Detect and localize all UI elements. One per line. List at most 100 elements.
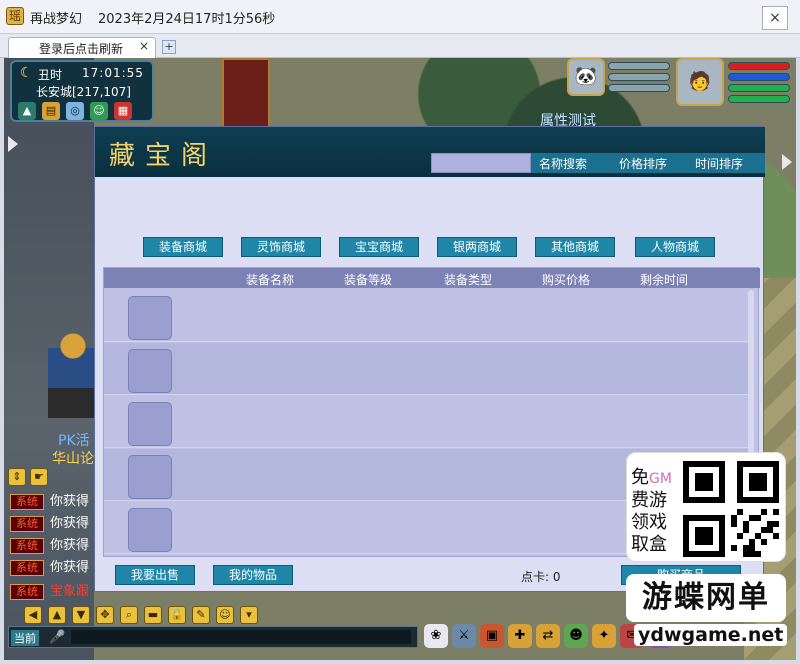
chat-channel-icon[interactable]: ☛ (30, 468, 48, 486)
pet-mall-button[interactable]: 宝宝商城 (339, 237, 419, 257)
tab-label: 登录后点击刷新 (39, 42, 124, 56)
left-arrow-icon[interactable] (8, 136, 18, 152)
pet-avatar[interactable]: 🐼 (567, 58, 605, 96)
my-items-button[interactable]: 我的物品 (213, 565, 293, 585)
col-remaining-time: 剩余时间 (640, 273, 689, 287)
chat-scroll-icon[interactable]: ⇕ (8, 468, 26, 486)
location-coordinates: 长安城[217,107] (36, 85, 131, 99)
tab-login-refresh[interactable]: 登录后点击刷新 × (8, 37, 156, 58)
chat-text: 你获得 (50, 494, 90, 509)
dropdown-icon[interactable]: ▾ (240, 606, 258, 624)
player-avatar[interactable]: 🧑 (676, 58, 724, 106)
chat-text: 你获得 (50, 560, 90, 575)
minimap-icons: ▲ ▤ ◎ ☺ ▦ (18, 102, 154, 120)
watermark-card: 免GM 费游 领戏 取盒 (626, 452, 786, 562)
team-icon[interactable]: ☻ (564, 624, 588, 648)
character-mall-button[interactable]: 人物商城 (635, 237, 715, 257)
item-thumbnail[interactable] (128, 349, 172, 393)
watermark-line: 取盒 (631, 534, 667, 555)
arrow-left-icon[interactable]: ◀ (24, 606, 42, 624)
name-search-input[interactable] (431, 153, 531, 173)
huashan-label[interactable]: 华山论 (52, 448, 94, 468)
clock-panel: ☾ 丑时 17:01:55 长安城[217,107] ▲ ▤ ◎ ☺ ▦ (10, 60, 154, 122)
move-icon[interactable]: ✥ (96, 606, 114, 624)
search-icon[interactable]: ◎ (66, 102, 84, 120)
player-mp-bar (728, 73, 790, 81)
tab-close-icon[interactable]: × (139, 39, 149, 53)
qr-module (731, 545, 737, 551)
shichen-label: 丑时 (38, 68, 63, 82)
item-thumbnail[interactable] (128, 508, 172, 552)
qr-module (737, 533, 743, 539)
calendar-icon[interactable]: ▦ (114, 102, 132, 120)
accessory-mall-button[interactable]: 灵饰商城 (241, 237, 321, 257)
give-icon[interactable]: ✚ (508, 624, 532, 648)
channel-current-label[interactable]: 当前 (11, 630, 39, 646)
dialog-header: 藏宝阁 名称搜索 价格排序 时间排序 (95, 127, 765, 177)
price-sort-button[interactable]: 价格排序 (619, 155, 667, 172)
skill-icon[interactable]: ✦ (592, 624, 616, 648)
pet-hp-bar (608, 62, 670, 70)
other-mall-button[interactable]: 其他商城 (535, 237, 615, 257)
map-icon[interactable]: ▲ (18, 102, 36, 120)
right-arrow-icon[interactable] (782, 154, 792, 170)
sort-bar: 名称搜索 价格排序 时间排序 (531, 153, 765, 173)
item-thumbnail[interactable] (128, 402, 172, 446)
chat-line: 系统 你获得 (10, 556, 90, 576)
system-badge: 系统 (10, 516, 44, 532)
equipment-mall-button[interactable]: 装备商城 (143, 237, 223, 257)
new-tab-button[interactable]: + (162, 40, 176, 54)
col-price: 购买价格 (542, 273, 591, 287)
qr-module (761, 509, 767, 515)
book-icon[interactable]: ▤ (42, 102, 60, 120)
system-clock: 2023年2月24日17时1分56秒 (98, 12, 276, 27)
item-thumbnail[interactable] (128, 296, 172, 340)
table-row[interactable] (104, 290, 752, 342)
emoji-icon[interactable]: ☺ (216, 606, 234, 624)
watermark-brand: 游蝶网单 (626, 574, 786, 622)
qr-module (731, 521, 737, 527)
brush-icon[interactable]: ✎ (192, 606, 210, 624)
qr-module (743, 527, 749, 533)
trade-icon[interactable]: ⇄ (536, 624, 560, 648)
game-viewport[interactable]: ☾ 丑时 17:01:55 长安城[217,107] ▲ ▤ ◎ ☺ ▦ 🐼 🧑… (4, 58, 796, 660)
col-equipment-name: 装备名称 (246, 273, 295, 287)
qr-code (683, 461, 779, 557)
table-row[interactable] (104, 396, 752, 448)
arrow-down-icon[interactable]: ▼ (72, 606, 90, 624)
system-badge: 系统 (10, 560, 44, 576)
friends-icon[interactable]: ☺ (90, 102, 108, 120)
sell-button[interactable]: 我要出售 (115, 565, 195, 585)
pet-icon[interactable]: ❀ (424, 624, 448, 648)
player-anger-bar (728, 84, 790, 92)
silver-mall-button[interactable]: 银两商城 (437, 237, 517, 257)
chat-input[interactable] (71, 630, 411, 644)
arrow-up-icon[interactable]: ▲ (48, 606, 66, 624)
pet-exp-bar (608, 84, 670, 92)
search-icon[interactable]: ⌕ (120, 606, 138, 624)
time-sort-button[interactable]: 时间排序 (695, 155, 743, 172)
npc-figure[interactable] (48, 328, 98, 418)
bag-icon[interactable]: ▣ (480, 624, 504, 648)
game-time: 17:01:55 (82, 66, 144, 80)
window-close-button[interactable]: × (762, 6, 788, 30)
tab-bar: 登录后点击刷新 × + (0, 34, 800, 58)
qr-module (773, 521, 779, 527)
attack-icon[interactable]: ⚔ (452, 624, 476, 648)
item-thumbnail[interactable] (128, 455, 172, 499)
col-equipment-level: 装备等级 (344, 273, 393, 287)
qr-module (755, 551, 761, 557)
chat-line: 系统 你获得 (10, 534, 89, 554)
watermark-url: ydwgame.net (634, 624, 788, 646)
qr-finder (695, 473, 713, 491)
system-badge: 系统 (10, 538, 44, 554)
lock-icon[interactable]: 🔒 (168, 606, 186, 624)
moon-icon: ☾ (20, 65, 33, 81)
pk-activity-label[interactable]: PK活 (58, 430, 90, 450)
dialog-title: 藏宝阁 (109, 141, 218, 171)
clear-icon[interactable]: ▬ (144, 606, 162, 624)
microphone-icon[interactable]: 🎤 (49, 630, 65, 645)
name-search-button[interactable]: 名称搜索 (539, 155, 587, 172)
table-row[interactable] (104, 343, 752, 395)
clock-row: ☾ 丑时 17:01:55 (18, 65, 148, 83)
